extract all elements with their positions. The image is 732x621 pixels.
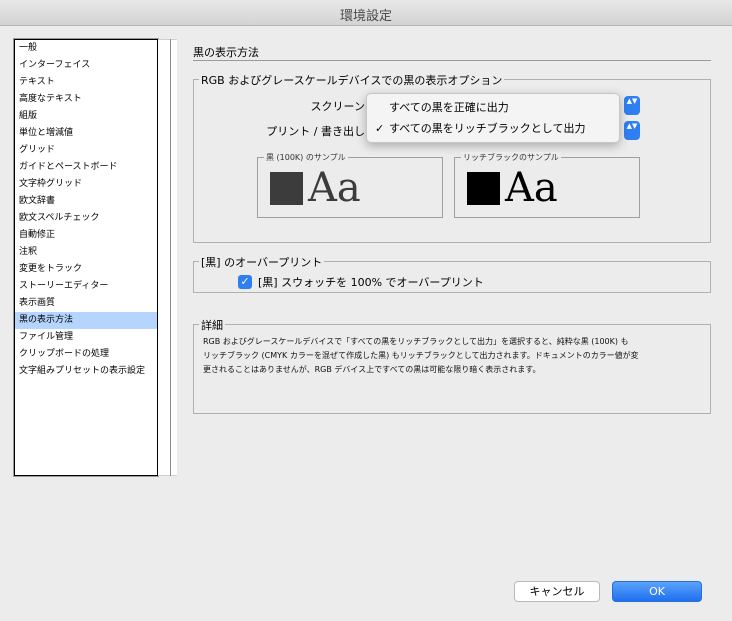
screen-dropdown-menu[interactable]: すべての黒を正確に出力 ✓ すべての黒をリッチブラックとして出力: [366, 93, 620, 143]
sample-rich-black-text: Aa: [505, 165, 558, 211]
sidebar-item-guides-pasteboard[interactable]: ガイドとペーストボード: [15, 159, 157, 176]
dropdown-option-label: すべての黒をリッチブラックとして出力: [389, 122, 586, 135]
sidebar-item-story-editor[interactable]: ストーリーエディター: [15, 278, 157, 295]
checkmark-icon: ✓: [375, 122, 385, 135]
window-title: 環境設定: [339, 9, 392, 24]
sidebar-item-dictionary[interactable]: 欧文辞書: [15, 193, 157, 210]
cancel-button[interactable]: キャンセル: [514, 581, 600, 602]
details-text: RGB およびグレースケールデバイスで「すべての黒をリッチブラックとして出力」を…: [203, 335, 703, 377]
sample-100k-swatch: [270, 172, 303, 205]
sidebar-item-interface[interactable]: インターフェイス: [15, 57, 157, 74]
sidebar-item-grids[interactable]: グリッド: [15, 142, 157, 159]
details-group-legend: 詳細: [199, 317, 225, 333]
sample-100k-text: Aa: [308, 165, 361, 211]
sidebar-item-units-increments[interactable]: 単位と増減値: [15, 125, 157, 142]
print-export-label: プリント / 書き出し: [266, 125, 365, 138]
sidebar-item-composition[interactable]: 組版: [15, 108, 157, 125]
sidebar-scroll-track[interactable]: [158, 39, 177, 476]
ok-button[interactable]: OK: [612, 581, 702, 602]
sidebar-item-track-changes[interactable]: 変更をトラック: [15, 261, 157, 278]
details-line: RGB およびグレースケールデバイスで「すべての黒をリッチブラックとして出力」を…: [203, 337, 629, 346]
sidebar-item-text[interactable]: テキスト: [15, 74, 157, 91]
sidebar-item-file-handling[interactable]: ファイル管理: [15, 329, 157, 346]
overprint-checkbox-label[interactable]: [黒] スウォッチを 100% でオーバープリント: [258, 274, 484, 290]
sidebar: 一般 インターフェイス テキスト 高度なテキスト 組版 単位と増減値 グリッド …: [13, 38, 159, 477]
details-line: リッチブラック (CMYK カラーを混ぜて作成した黒) もリッチブラックとして出…: [203, 351, 639, 360]
sidebar-item-spelling[interactable]: 欧文スペルチェック: [15, 210, 157, 227]
sidebar-item-mojikumi-display[interactable]: 文字組みプリセットの表示設定: [15, 363, 157, 380]
dropdown-option-rich-black[interactable]: ✓ すべての黒をリッチブラックとして出力: [367, 119, 619, 139]
sidebar-divider: [170, 39, 171, 476]
sidebar-item-clipboard[interactable]: クリップボードの処理: [15, 346, 157, 363]
screen-popup-stepper-icon[interactable]: ▲▼: [624, 96, 640, 115]
rgb-group-legend: RGB およびグレースケールデバイスでの黒の表示オプション: [199, 72, 505, 88]
details-line: 更されることはありませんが、RGB デバイス上ですべての黒は可能な限り暗く表示さ…: [203, 365, 541, 374]
sidebar-item-notes[interactable]: 注釈: [15, 244, 157, 261]
title-bar: 環境設定: [0, 0, 732, 26]
sidebar-item-frame-grid[interactable]: 文字枠グリッド: [15, 176, 157, 193]
overprint-group-legend: [黒] のオーバープリント: [199, 254, 325, 270]
page-title-divider: [193, 60, 711, 61]
dropdown-option-accurate[interactable]: すべての黒を正確に出力: [367, 98, 619, 118]
sidebar-item-advanced-text[interactable]: 高度なテキスト: [15, 91, 157, 108]
sidebar-item-appearance-of-black[interactable]: 黒の表示方法: [15, 312, 157, 329]
page-title: 黒の表示方法: [193, 46, 259, 59]
sidebar-item-display-performance[interactable]: 表示画質: [15, 295, 157, 312]
sample-rich-black-label: リッチブラックのサンプル: [461, 152, 561, 163]
print-popup-stepper-icon[interactable]: ▲▼: [624, 121, 640, 140]
sample-rich-black-box: Aa: [454, 157, 640, 218]
dropdown-option-label: すべての黒を正確に出力: [389, 101, 509, 114]
overprint-checkbox[interactable]: ✓: [238, 275, 252, 289]
sample-100k-box: Aa: [257, 157, 443, 218]
sample-100k-label: 黒 (100K) のサンプル: [264, 152, 348, 163]
sample-rich-black-swatch: [467, 172, 500, 205]
screen-label: スクリーン: [310, 100, 365, 113]
sidebar-item-autocorrect[interactable]: 自動修正: [15, 227, 157, 244]
sidebar-item-general[interactable]: 一般: [15, 40, 157, 57]
